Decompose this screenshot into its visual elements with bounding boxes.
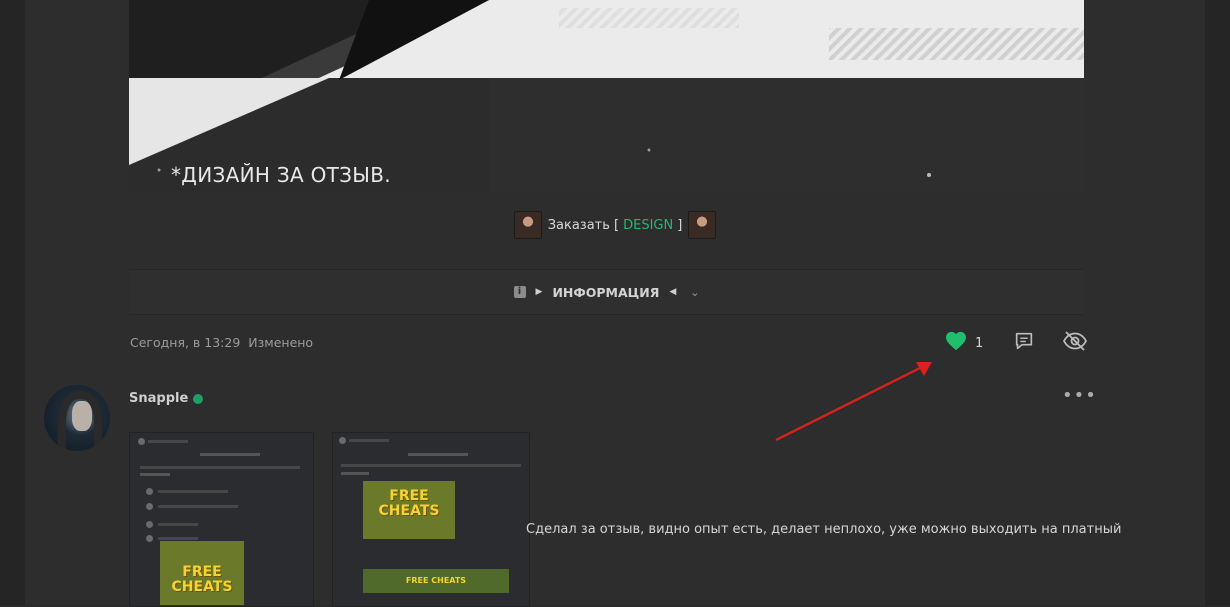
- order-text: Заказать [ DESIGN ]: [548, 218, 683, 233]
- username[interactable]: Snapple: [129, 391, 188, 406]
- screenshot-1-banner: FREE CHEATS: [160, 541, 244, 605]
- right-gutter: [1205, 0, 1230, 605]
- banner-image: *ДИЗАЙН ЗА ОТЗЫВ.: [129, 0, 1084, 192]
- attached-screenshot-2[interactable]: FREE CHEATS FREE CHEATS: [332, 432, 530, 607]
- post-meta: Сегодня, в 13:29 Изменено: [130, 335, 313, 350]
- triangle-left-icon: ◀: [669, 287, 677, 297]
- left-gutter: [0, 0, 25, 605]
- triangle-right-icon: ▶: [535, 287, 543, 297]
- info-icon: i: [513, 286, 526, 298]
- spoiler-label: ИНФОРМАЦИЯ: [552, 284, 660, 300]
- chevron-down-icon: ⌄: [690, 285, 700, 299]
- order-suffix: ]: [677, 217, 683, 233]
- screenshot-2-banner: FREE CHEATS: [363, 481, 455, 539]
- heart-icon[interactable]: [945, 331, 967, 355]
- user-avatar[interactable]: [44, 385, 110, 451]
- post-time[interactable]: Сегодня, в 13:29: [130, 335, 240, 350]
- order-line: Заказать [ DESIGN ]: [0, 210, 1230, 240]
- avatar-hood: [58, 391, 102, 451]
- order-prefix: Заказать [: [547, 217, 620, 233]
- screenshot-2-wide-banner: FREE CHEATS: [363, 569, 509, 593]
- info-spoiler[interactable]: i ▶ ИНФОРМАЦИЯ ◀ ⌄: [129, 269, 1084, 315]
- online-status-indicator: [193, 394, 203, 404]
- comment-icon[interactable]: [1013, 330, 1035, 356]
- more-options-icon[interactable]: •••: [1062, 385, 1097, 406]
- edited-label[interactable]: Изменено: [248, 335, 313, 350]
- eye-off-icon[interactable]: [1062, 330, 1088, 356]
- avatar-left: [513, 211, 542, 239]
- post-actions: 1: [945, 330, 1088, 356]
- design-link[interactable]: DESIGN: [623, 218, 673, 233]
- attached-screenshot-1[interactable]: FREE CHEATS: [129, 432, 314, 607]
- like-count: 1: [975, 335, 984, 351]
- annotation-arrow: [775, 362, 932, 441]
- banner-title: *ДИЗАЙН ЗА ОТЗЫВ.: [171, 163, 391, 187]
- review-text: Сделал за отзыв, видно опыт есть, делает…: [526, 522, 1122, 537]
- avatar-right: [688, 211, 717, 239]
